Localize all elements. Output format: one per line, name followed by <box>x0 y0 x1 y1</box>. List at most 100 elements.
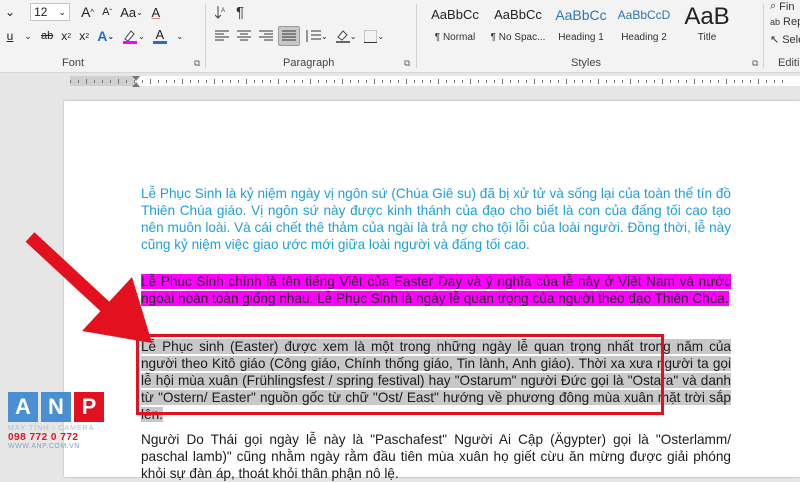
style-title[interactable]: AaB Title <box>676 2 738 50</box>
ruler-tick <box>646 80 647 83</box>
ruler-tick <box>654 80 655 83</box>
ruler-tick <box>454 80 455 83</box>
ruler-tick <box>270 80 271 83</box>
paragraph-dialog-launcher-icon[interactable]: ⧉ <box>404 58 410 69</box>
paragraph-2[interactable]: Lễ Phục Sinh chính là tên tiếng Việt của… <box>141 273 731 307</box>
logo-phone: 098 772 0 772 <box>8 432 79 443</box>
ruler-tick <box>134 80 135 83</box>
style-heading-1[interactable]: AaBbCc Heading 1 <box>550 2 612 50</box>
shrink-font-icon[interactable]: Aˇ <box>99 2 115 22</box>
align-right-icon[interactable] <box>256 26 276 46</box>
annotation-box <box>136 334 664 415</box>
ruler-tick <box>94 80 95 83</box>
line-spacing-icon[interactable]: ⌄ <box>302 26 331 46</box>
style-name: Title <box>697 32 717 43</box>
ruler-tick <box>102 80 103 83</box>
ruler-tick <box>350 80 351 83</box>
ruler-tick <box>278 79 279 84</box>
ruler-tick <box>86 79 87 84</box>
ruler-tick <box>710 80 711 83</box>
ruler-tick <box>526 80 527 83</box>
sort-icon[interactable]: A <box>212 2 230 22</box>
ruler-tick <box>230 80 231 83</box>
justify-icon[interactable] <box>278 26 300 46</box>
change-case-icon[interactable]: Aa ⌄ <box>117 2 146 22</box>
ruler-tick <box>446 80 447 83</box>
ruler-tick <box>166 80 167 83</box>
paragraph-4[interactable]: Người Do Thái gọi ngày lễ này là "Pascha… <box>141 431 731 482</box>
ruler-tick <box>750 80 751 83</box>
shading-icon[interactable]: ⌄ <box>333 26 360 46</box>
document-page[interactable]: Lễ Phục Sinh là kỷ niệm ngày vị ngôn sứ … <box>64 101 800 481</box>
style-no-spacing[interactable]: AaBbCc ¶ No Spac... <box>487 2 549 50</box>
ruler-tick <box>518 80 519 83</box>
ruler-tick <box>558 80 559 83</box>
font-color-icon[interactable]: A <box>150 26 170 46</box>
borders-icon[interactable]: ⌄ <box>361 26 387 46</box>
strikethrough-icon[interactable]: ab <box>38 26 56 46</box>
align-center-icon[interactable] <box>234 26 254 46</box>
align-left-icon[interactable] <box>212 26 232 46</box>
select-button[interactable]: ↖Sele <box>770 33 800 47</box>
ruler-tick <box>470 79 471 84</box>
ruler-tick <box>406 79 407 84</box>
logo-letters: A N P <box>8 392 110 422</box>
style-name: Heading 1 <box>558 32 604 43</box>
replace-icon: ab <box>770 17 781 27</box>
style-heading-2[interactable]: AaBbCcD Heading 2 <box>613 2 675 50</box>
ruler-tick <box>702 80 703 83</box>
paragraph-group-label: Paragraph <box>283 57 335 69</box>
ruler-tick <box>494 80 495 83</box>
horizontal-ruler[interactable] <box>0 73 800 89</box>
style-name: ¶ No Spac... <box>490 32 546 43</box>
superscript-icon[interactable]: x2 <box>76 26 92 46</box>
ruler-tick <box>142 80 143 83</box>
logo-letter: P <box>74 392 104 422</box>
font-row-1: ⌄ 12 ⌄ A ^ Aˇ Aa ⌄ A <box>2 2 166 22</box>
underline-icon[interactable]: u <box>2 26 18 46</box>
font-color-dropdown-icon[interactable]: ⌄ <box>172 26 188 46</box>
ruler-tick <box>782 80 783 83</box>
find-button[interactable]: ⌕ Fin <box>770 0 794 13</box>
ruler-tick <box>438 79 439 84</box>
ruler-tick <box>614 80 615 83</box>
font-dialog-launcher-icon[interactable]: ⧉ <box>194 58 200 69</box>
cursor-icon: ↖ <box>770 34 780 46</box>
ruler-tick <box>622 80 623 83</box>
ruler-tick <box>198 80 199 83</box>
style-preview: AaBbCc <box>494 7 542 22</box>
search-icon: ⌕ <box>770 0 777 12</box>
font-name-dropdown-end[interactable]: ⌄ <box>2 2 18 22</box>
anp-logo: A N P MÁY TÍNH - CAMERA 098 772 0 772 WW… <box>8 392 110 472</box>
show-formatting-icon[interactable]: ¶ <box>232 2 248 22</box>
ruler-tick <box>238 80 239 83</box>
ruler-tick <box>190 80 191 83</box>
ruler-tick <box>734 80 735 83</box>
grow-font-icon[interactable]: A ^ <box>78 2 97 22</box>
highlight-color-icon[interactable]: ⌄ <box>119 26 148 46</box>
ruler-tick <box>318 80 319 83</box>
group-divider <box>205 4 206 68</box>
styles-dialog-launcher-icon[interactable]: ⧉ <box>752 58 758 69</box>
ruler-tick <box>670 80 671 83</box>
ruler-tick <box>126 80 127 83</box>
ruler-tick <box>574 80 575 83</box>
font-size-combo[interactable]: 12 ⌄ <box>30 3 71 21</box>
chevron-down-icon: ⌄ <box>58 6 67 17</box>
ruler-tick <box>598 79 599 84</box>
logo-website: WWW.ANP.COM.VN <box>8 443 80 450</box>
underline-dropdown-icon[interactable]: ⌄ <box>20 26 36 46</box>
subscript-icon[interactable]: x2 <box>58 26 74 46</box>
clear-formatting-icon[interactable]: A <box>148 2 164 22</box>
ribbon: ⌄ 12 ⌄ A ^ Aˇ Aa ⌄ A u ⌄ ab x2 x2 A ⌄ ⌄ A ⌄… <box>0 0 800 73</box>
ruler-tick <box>182 79 183 84</box>
replace-button[interactable]: abRep <box>770 16 800 28</box>
ruler-tick <box>158 80 159 83</box>
style-normal[interactable]: AaBbCc ¶ Normal <box>424 2 486 50</box>
font-group-label: Font <box>62 57 85 69</box>
arrow-icon <box>25 232 152 343</box>
paragraph-1[interactable]: Lễ Phục Sinh là kỷ niệm ngày vị ngôn sứ … <box>141 185 731 253</box>
logo-letter: N <box>41 392 71 422</box>
group-divider <box>416 4 417 68</box>
text-effects-icon[interactable]: A ⌄ <box>94 26 117 46</box>
